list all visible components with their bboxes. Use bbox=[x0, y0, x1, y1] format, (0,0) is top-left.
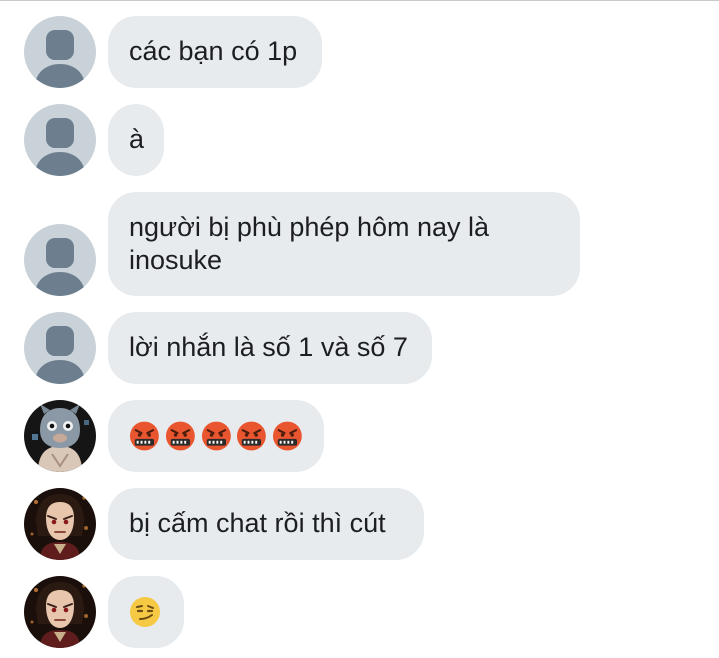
message-text: à bbox=[129, 124, 145, 154]
message-row: lời nhắn là số 1 và số 7 bbox=[0, 312, 719, 384]
message-bubble[interactable] bbox=[108, 400, 324, 472]
message-bubble[interactable] bbox=[108, 576, 184, 648]
emoji-row bbox=[129, 595, 163, 628]
message-row: bị cấm chat rồi thì cút bbox=[0, 488, 719, 560]
default-avatar-icon[interactable] bbox=[24, 104, 96, 176]
default-avatar-icon[interactable] bbox=[24, 224, 96, 296]
message-text: các bạn có 1p bbox=[129, 36, 298, 66]
message-bubble[interactable]: à bbox=[108, 104, 164, 176]
enraged-face-with-symbols-icon bbox=[273, 421, 303, 450]
enraged-face-with-symbols-icon bbox=[237, 421, 267, 450]
message-row bbox=[0, 400, 719, 472]
message-bubble[interactable]: lời nhắn là số 1 và số 7 bbox=[108, 312, 432, 384]
default-avatar-icon[interactable] bbox=[24, 16, 96, 88]
message-row bbox=[0, 576, 719, 648]
message-row: các bạn có 1p bbox=[0, 16, 719, 88]
message-bubble[interactable]: các bạn có 1p bbox=[108, 16, 322, 88]
boar-mask-avatar[interactable] bbox=[24, 400, 96, 472]
enraged-face-with-symbols-icon bbox=[129, 421, 159, 450]
anime-character-avatar[interactable] bbox=[24, 488, 96, 560]
message-bubble[interactable]: bị cấm chat rồi thì cút bbox=[108, 488, 424, 560]
enraged-face-with-symbols-icon bbox=[165, 421, 195, 450]
smirking-face-icon bbox=[130, 596, 160, 627]
anime-character-avatar[interactable] bbox=[24, 576, 96, 648]
message-row: à bbox=[0, 104, 719, 176]
emoji-row bbox=[129, 419, 303, 452]
default-avatar-icon[interactable] bbox=[24, 312, 96, 384]
enraged-face-with-symbols-icon bbox=[201, 421, 231, 450]
message-text: người bị phù phép hôm nay là inosuke bbox=[129, 212, 490, 275]
message-bubble[interactable]: người bị phù phép hôm nay là inosuke bbox=[108, 192, 580, 296]
message-text: bị cấm chat rồi thì cút bbox=[129, 508, 386, 538]
chat-message-list[interactable]: các bạn có 1p à người bị phù phép hôm na… bbox=[0, 0, 719, 658]
message-row: người bị phù phép hôm nay là inosuke bbox=[0, 192, 719, 296]
message-text: lời nhắn là số 1 và số 7 bbox=[129, 332, 408, 362]
